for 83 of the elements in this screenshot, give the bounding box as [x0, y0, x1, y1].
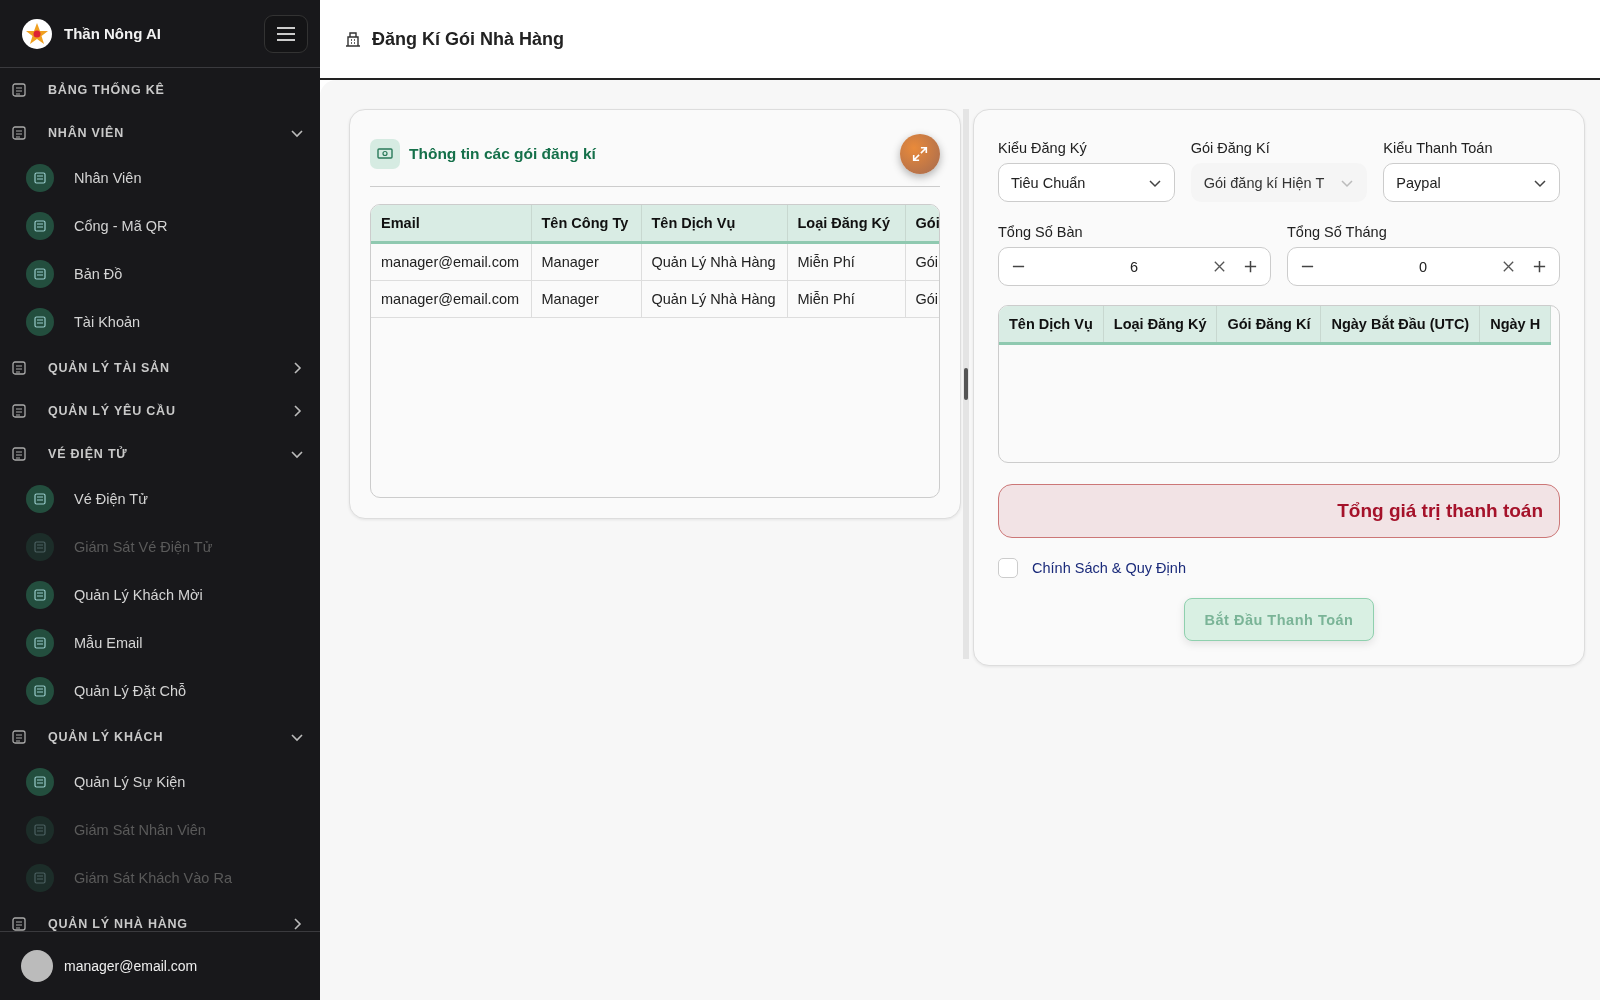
star-logo-icon: [21, 17, 53, 50]
sidebar-section[interactable]: QUẢN LÝ YÊU CẦU: [0, 389, 320, 432]
table-cell: Miễn Phí: [787, 242, 905, 281]
field-label: Tổng Số Bàn: [998, 224, 1084, 240]
column-header: Email: [371, 205, 531, 243]
splitter-handle[interactable]: [964, 368, 968, 400]
column-header: Tên Dịch Vụ: [999, 306, 1104, 342]
sidebar-section[interactable]: QUẢN LÝ KHÁCH: [0, 715, 320, 758]
list-icon: [26, 164, 54, 192]
plus-icon[interactable]: [1532, 259, 1547, 274]
table-cell: Miễn Phí: [787, 280, 905, 318]
number-field[interactable]: 6: [998, 247, 1271, 286]
column-header: Gói Đăng Kí: [1217, 306, 1322, 342]
column-header: Tên Công Ty: [531, 205, 641, 243]
plus-icon[interactable]: [1243, 259, 1258, 274]
list-icon: [11, 728, 27, 745]
list-icon: [26, 212, 54, 240]
user-email: manager@email.com: [64, 958, 198, 974]
table-cell: Manager: [531, 242, 641, 281]
list-icon: [26, 816, 54, 844]
expand-button[interactable]: [900, 134, 940, 174]
select-field[interactable]: Tiêu Chuẩn: [998, 163, 1175, 202]
page-title: Đăng Kí Gói Nhà Hàng: [372, 28, 564, 50]
field-label: Kiểu Đăng Ký: [998, 140, 1088, 156]
table-cell: Quản Lý Nhà Hàng: [641, 280, 787, 318]
sidebar-section[interactable]: QUẢN LÝ TÀI SẢN: [0, 346, 320, 389]
select-field[interactable]: Paypal: [1383, 163, 1560, 202]
table-cell: manager@email.com: [371, 280, 531, 318]
list-icon: [11, 359, 27, 376]
field-label: Gói Đăng Kí: [1190, 140, 1271, 156]
sidebar-section[interactable]: VÉ ĐIỆN TỬ: [0, 432, 320, 475]
panel-title: Thông tin các gói đăng kí: [409, 145, 597, 163]
column-header: Ngày H: [1480, 306, 1552, 342]
building-icon: [344, 30, 362, 48]
total-label: Tổng giá trị thanh toán: [1337, 500, 1543, 522]
sidebar-item[interactable]: Tài Khoản: [0, 298, 320, 346]
column-header: Gói: [905, 205, 939, 243]
avatar: [21, 950, 53, 982]
column-header: Ngày Bắt Đầu (UTC): [1321, 306, 1481, 342]
list-icon: [26, 581, 54, 609]
list-icon: [11, 402, 27, 419]
list-icon: [11, 915, 27, 931]
checkbox[interactable]: [998, 558, 1018, 578]
policy-link[interactable]: Chính Sách & Quy Định: [1032, 560, 1186, 576]
list-icon: [26, 677, 54, 705]
sidebar-item[interactable]: Cổng - Mã QR: [0, 202, 320, 250]
list-icon: [11, 81, 27, 98]
clear-icon[interactable]: [1212, 259, 1227, 274]
list-icon: [26, 260, 54, 288]
number-field[interactable]: 0: [1287, 247, 1560, 286]
sidebar-section[interactable]: NHÂN VIÊN: [0, 111, 320, 154]
table-cell: Quản Lý Nhà Hàng: [641, 242, 787, 281]
sidebar-item[interactable]: Quản Lý Khách Mời: [0, 571, 320, 619]
brand-name: Thần Nông AI: [64, 25, 162, 42]
table-cell: manager@email.com: [371, 242, 531, 281]
menu-button[interactable]: [264, 14, 308, 53]
field-label: Kiểu Thanh Toán: [1383, 140, 1494, 156]
sidebar-section[interactable]: BẢNG THỐNG KÊ: [0, 68, 320, 111]
list-icon: [26, 629, 54, 657]
sidebar-section[interactable]: QUẢN LÝ NHÀ HÀNG: [0, 902, 320, 931]
sidebar-item[interactable]: Vé Điện Tử: [0, 475, 320, 523]
list-icon: [26, 768, 54, 796]
column-header: Loại Đăng Ký: [787, 205, 905, 243]
menu-icon: [276, 25, 296, 42]
expand-icon: [911, 145, 929, 163]
list-icon: [26, 308, 54, 336]
list-icon: [26, 864, 54, 892]
sidebar-item[interactable]: Quản Lý Đặt Chỗ: [0, 667, 320, 715]
list-icon: [11, 124, 27, 141]
table-cell: Manager: [531, 280, 641, 318]
sidebar-item[interactable]: Nhân Viên: [0, 154, 320, 202]
splitter[interactable]: [963, 109, 969, 659]
list-icon: [26, 533, 54, 561]
sidebar-item[interactable]: Quản Lý Sự Kiện: [0, 758, 320, 806]
column-header: Loại Đăng Ký: [1103, 306, 1218, 342]
list-icon: [26, 485, 54, 513]
cash-icon: [370, 139, 400, 169]
sidebar-item[interactable]: Mẫu Email: [0, 619, 320, 667]
field-label: Tổng Số Tháng: [1287, 224, 1388, 240]
column-header: Tên Dịch Vụ: [641, 205, 787, 243]
clear-icon[interactable]: [1501, 259, 1516, 274]
sidebar-item[interactable]: Bản Đồ: [0, 250, 320, 298]
list-icon: [11, 445, 27, 462]
